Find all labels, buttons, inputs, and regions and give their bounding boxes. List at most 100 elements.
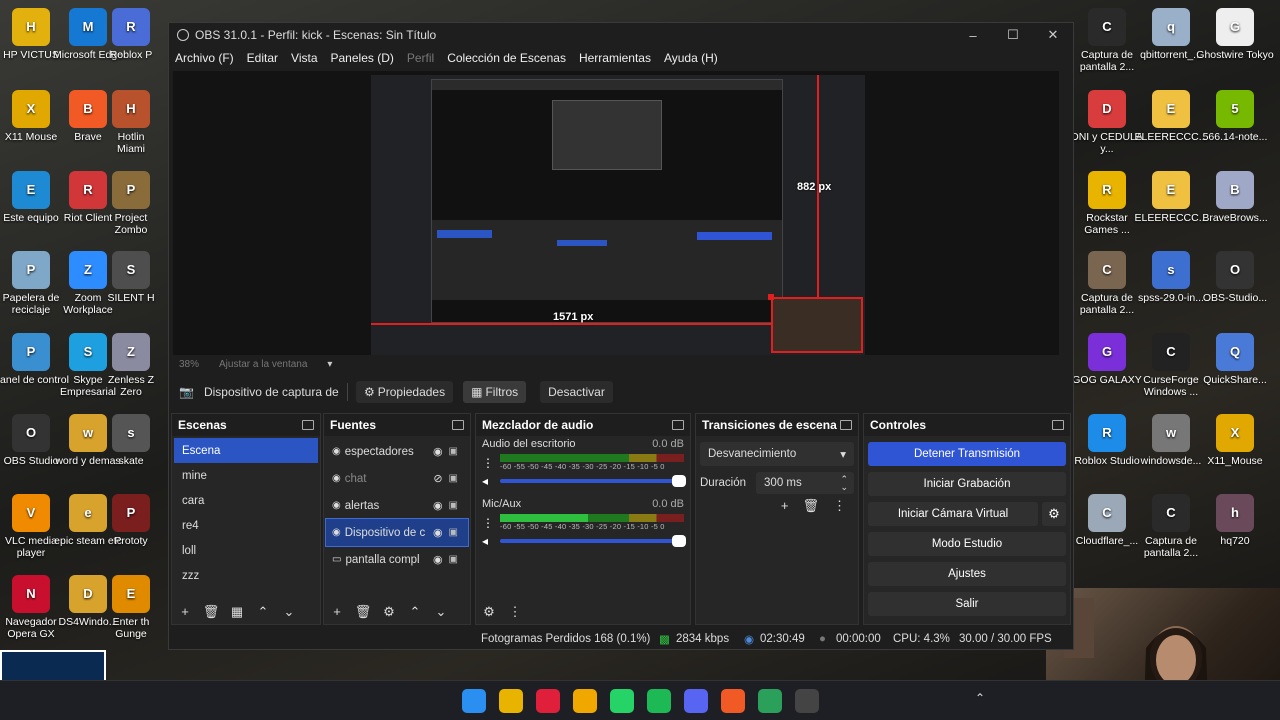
menu-vista[interactable]: Vista [291, 51, 317, 65]
source-item[interactable]: ◉ espectadores ◉ ▣ [326, 438, 468, 465]
volume-slider[interactable] [500, 475, 686, 487]
maximize-icon[interactable]: ☐ [993, 23, 1033, 47]
popout-icon[interactable] [302, 420, 314, 430]
fit-dropdown[interactable]: Ajustar a la ventana [219, 359, 307, 370]
desktop-icon[interactable]: R Roblox P [107, 8, 155, 61]
source-item[interactable]: ◉ alertas ◉ ▣ [326, 492, 468, 519]
scene-item[interactable]: loll [174, 538, 318, 563]
settings-button[interactable]: Ajustes [868, 562, 1066, 586]
menu-editar[interactable]: Editar [247, 51, 278, 65]
preview-area[interactable]: 1571 px 882 px [173, 71, 1059, 355]
slider-knob[interactable] [672, 475, 686, 487]
scene-item[interactable]: cara [174, 488, 318, 513]
scene-item[interactable]: mine [174, 463, 318, 488]
duration-field[interactable]: 300 ms ⌃ ⌄ [756, 472, 854, 494]
chevron-up-icon[interactable]: ⌃ [975, 691, 985, 705]
filters-button[interactable]: ▦ Filtros [463, 381, 527, 403]
menu-herramientas[interactable]: Herramientas [579, 51, 651, 65]
close-icon[interactable]: ✕ [1033, 23, 1073, 47]
menu-paneles[interactable]: Paneles (D) [331, 51, 394, 65]
trash-icon[interactable]: 🗑 [802, 498, 819, 514]
more-icon[interactable]: ⋮ [482, 516, 500, 530]
eye-icon[interactable]: ◉ [433, 526, 443, 539]
popout-icon[interactable] [672, 420, 684, 430]
arrow-down-icon[interactable]: ⌄ [432, 604, 450, 620]
menu-coleccion[interactable]: Colección de Escenas [447, 51, 566, 65]
stop-stream-button[interactable]: Detener Transmisión [868, 442, 1066, 466]
more-icon[interactable]: ⋮ [506, 604, 524, 620]
slider-knob[interactable] [672, 535, 686, 547]
add-icon[interactable]: + [781, 498, 789, 514]
menu-ayuda[interactable]: Ayuda (H) [664, 51, 718, 65]
start-virtual-camera-button[interactable]: Iniciar Cámara Virtual [868, 502, 1038, 526]
desktop-icon[interactable]: 5 566.14-note... [1196, 90, 1274, 143]
start-recording-button[interactable]: Iniciar Grabación [868, 472, 1066, 496]
brave-icon[interactable] [721, 689, 745, 713]
files-icon[interactable] [499, 689, 523, 713]
eye-off-icon[interactable]: ⊘ [433, 472, 442, 485]
studio-mode-button[interactable]: Modo Estudio [868, 532, 1066, 556]
exit-button[interactable]: Salir [868, 592, 1066, 616]
popout-icon[interactable] [1052, 420, 1064, 430]
menu-archivo[interactable]: Archivo (F) [175, 51, 234, 65]
add-icon[interactable]: + [176, 604, 194, 620]
chevron-down-icon[interactable]: ▾ [327, 359, 332, 370]
more-icon[interactable]: ⋮ [482, 456, 500, 470]
app-green-icon[interactable] [758, 689, 782, 713]
desktop-icon[interactable]: H Hotlin Miami [107, 90, 155, 155]
lock-icon[interactable]: ▣ [449, 527, 458, 538]
eye-icon[interactable]: ◉ [433, 445, 443, 458]
desktop-icon[interactable]: S SILENT H [107, 251, 155, 304]
gear-icon[interactable]: ⚙ [380, 604, 398, 620]
minimize-icon[interactable]: – [953, 23, 993, 47]
filter-icon[interactable]: ▦ [228, 604, 246, 620]
trash-icon[interactable]: 🗑 [202, 604, 220, 620]
desktop-icon[interactable]: s skate [107, 414, 155, 467]
lock-icon[interactable]: ▣ [449, 500, 458, 511]
source-item[interactable]: ◉ Dispositivo de c ◉ ▣ [325, 518, 469, 547]
deactivate-button[interactable]: Desactivar [540, 381, 613, 403]
volume-slider[interactable] [500, 535, 686, 547]
lock-icon[interactable]: ▣ [449, 446, 458, 457]
stepper-icon[interactable]: ⌃ ⌄ [840, 475, 848, 492]
desktop-icon[interactable]: O OBS-Studio... [1196, 251, 1274, 304]
gear-icon[interactable]: ⚙ [1042, 502, 1066, 526]
speaker-icon[interactable]: ◂ [482, 534, 500, 548]
selected-camera-source[interactable] [768, 294, 863, 353]
whatsapp-icon[interactable] [610, 689, 634, 713]
gear-icon[interactable]: ⚙ [480, 604, 498, 620]
eye-icon[interactable]: ◉ [433, 499, 443, 512]
x11-icon[interactable] [573, 689, 597, 713]
source-item[interactable]: ▭ pantalla compl ◉ ▣ [326, 546, 468, 573]
scene-item[interactable]: re4 [174, 513, 318, 538]
transition-select[interactable]: Desvanecimiento ▾ [700, 442, 854, 466]
menu-perfil[interactable]: Perfil [407, 51, 434, 65]
popout-icon[interactable] [452, 420, 464, 430]
source-item[interactable]: ◉ chat ⊘ ▣ [326, 465, 468, 492]
arrow-up-icon[interactable]: ⌃ [254, 604, 272, 620]
desktop-icon[interactable]: G Ghostwire Tokyo [1196, 8, 1274, 61]
windows-icon[interactable] [462, 689, 486, 713]
desktop-icon[interactable]: h hq720 [1196, 494, 1274, 547]
lock-icon[interactable]: ▣ [449, 554, 458, 565]
arrow-up-icon[interactable]: ⌃ [406, 604, 424, 620]
popout-icon[interactable] [840, 420, 852, 430]
desktop-icon[interactable]: Q QuickShare... [1196, 333, 1274, 386]
lock-icon[interactable]: ▣ [449, 473, 458, 484]
desktop-icon[interactable]: E Enter th Gunge [107, 575, 155, 640]
scene-item[interactable]: zzz [174, 563, 318, 588]
arrow-down-icon[interactable]: ⌄ [280, 604, 298, 620]
obs-icon[interactable] [795, 689, 819, 713]
eye-icon[interactable]: ◉ [433, 553, 443, 566]
desktop-icon[interactable]: X X11_Mouse [1196, 414, 1274, 467]
trash-icon[interactable]: 🗑 [354, 604, 372, 620]
discord-icon[interactable] [684, 689, 708, 713]
desktop-icon[interactable]: B BraveBrows... [1196, 171, 1274, 224]
properties-button[interactable]: ⚙ Propiedades [355, 381, 454, 403]
add-icon[interactable]: + [328, 604, 346, 620]
speaker-icon[interactable]: ◂ [482, 474, 500, 488]
spotify-icon[interactable] [647, 689, 671, 713]
desktop-icon[interactable]: P Prototy [107, 494, 155, 547]
scene-item[interactable]: Escena [174, 438, 318, 463]
app-red-icon[interactable] [536, 689, 560, 713]
